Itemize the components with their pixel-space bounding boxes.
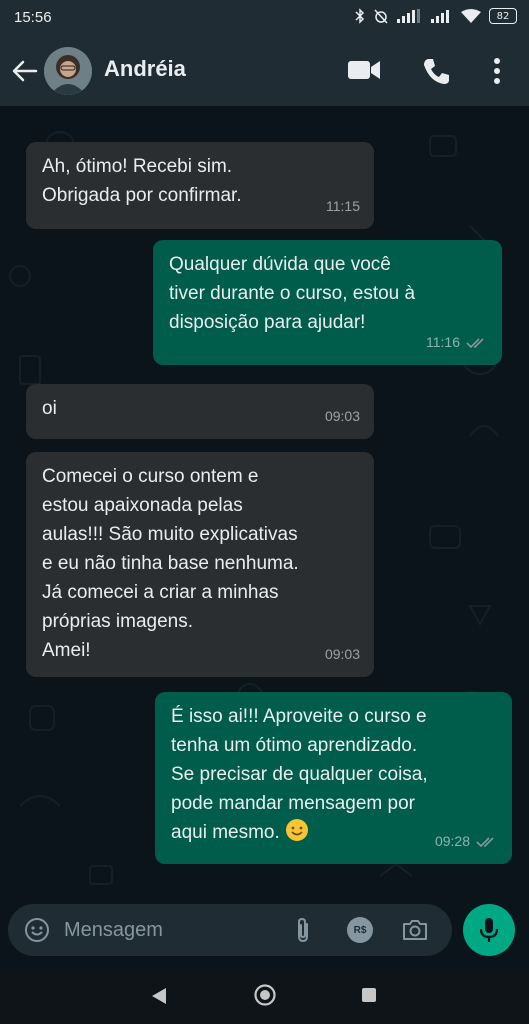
system-nav-bar <box>0 968 529 1024</box>
camera-icon[interactable] <box>401 917 429 943</box>
status-icons: 82 <box>355 8 517 24</box>
status-time: 15:56 <box>14 9 52 26</box>
battery-level: 82 <box>496 10 510 22</box>
battery-indicator: 82 <box>489 8 517 24</box>
chat-area[interactable]: Ah, ótimo! Recebi sim. Obrigada por conf… <box>0 106 529 900</box>
video-call-icon[interactable] <box>347 58 381 82</box>
status-bar: 15:56 82 <box>0 0 529 36</box>
microphone-button[interactable] <box>463 904 515 956</box>
message-text: oi <box>42 398 57 419</box>
message-time: 11:16 <box>426 334 460 350</box>
bluetooth-icon <box>355 8 365 24</box>
signal-icon <box>397 9 420 23</box>
message-input[interactable] <box>64 904 284 956</box>
message-time: 09:03 <box>324 646 360 662</box>
message-composer: R$ <box>8 904 452 956</box>
nav-home-icon[interactable] <box>253 983 277 1007</box>
message-time: 09:28 <box>434 833 470 849</box>
message-bubble-incoming[interactable]: Ah, ótimo! Recebi sim. Obrigada por conf… <box>26 142 374 229</box>
read-ticks-icon <box>476 836 494 847</box>
signal-icon-2 <box>431 10 449 23</box>
message-text: Comecei o curso ontem e estou apaixonada… <box>42 466 299 661</box>
chat-header: Andréia <box>0 36 529 106</box>
message-text: Ah, ótimo! Recebi sim. Obrigada por conf… <box>42 156 242 206</box>
message-time: 11:15 <box>326 198 360 214</box>
contact-name[interactable]: Andréia <box>104 56 186 82</box>
wifi-icon <box>461 8 481 23</box>
smiling-face-emoji-icon <box>286 819 309 841</box>
microphone-icon <box>479 918 499 942</box>
back-arrow-icon[interactable] <box>10 56 40 86</box>
payment-label: R$ <box>353 924 367 936</box>
nav-recents-icon[interactable] <box>361 987 377 1003</box>
phone-icon[interactable] <box>421 56 451 86</box>
attach-icon[interactable] <box>294 916 312 944</box>
message-bubble-outgoing[interactable]: É isso ai!!! Aproveite o curso e tenha u… <box>155 692 512 864</box>
payment-icon[interactable]: R$ <box>347 917 373 943</box>
message-bubble-incoming[interactable]: oi 09:03 <box>26 384 374 439</box>
avatar[interactable] <box>44 47 92 95</box>
avatar-image <box>44 47 92 95</box>
read-ticks-icon <box>466 337 484 348</box>
message-text: É isso ai!!! Aproveite o curso e tenha u… <box>171 702 496 847</box>
message-text: Qualquer dúvida que você tiver durante o… <box>169 254 416 333</box>
alarm-off-icon <box>374 9 388 24</box>
message-bubble-outgoing[interactable]: Qualquer dúvida que você tiver durante o… <box>153 240 502 365</box>
message-time: 09:03 <box>324 408 360 424</box>
nav-back-icon[interactable] <box>150 986 168 1006</box>
emoji-icon[interactable] <box>24 917 50 943</box>
more-options-icon[interactable] <box>492 56 502 86</box>
message-bubble-incoming[interactable]: Comecei o curso ontem e estou apaixonada… <box>26 452 374 677</box>
